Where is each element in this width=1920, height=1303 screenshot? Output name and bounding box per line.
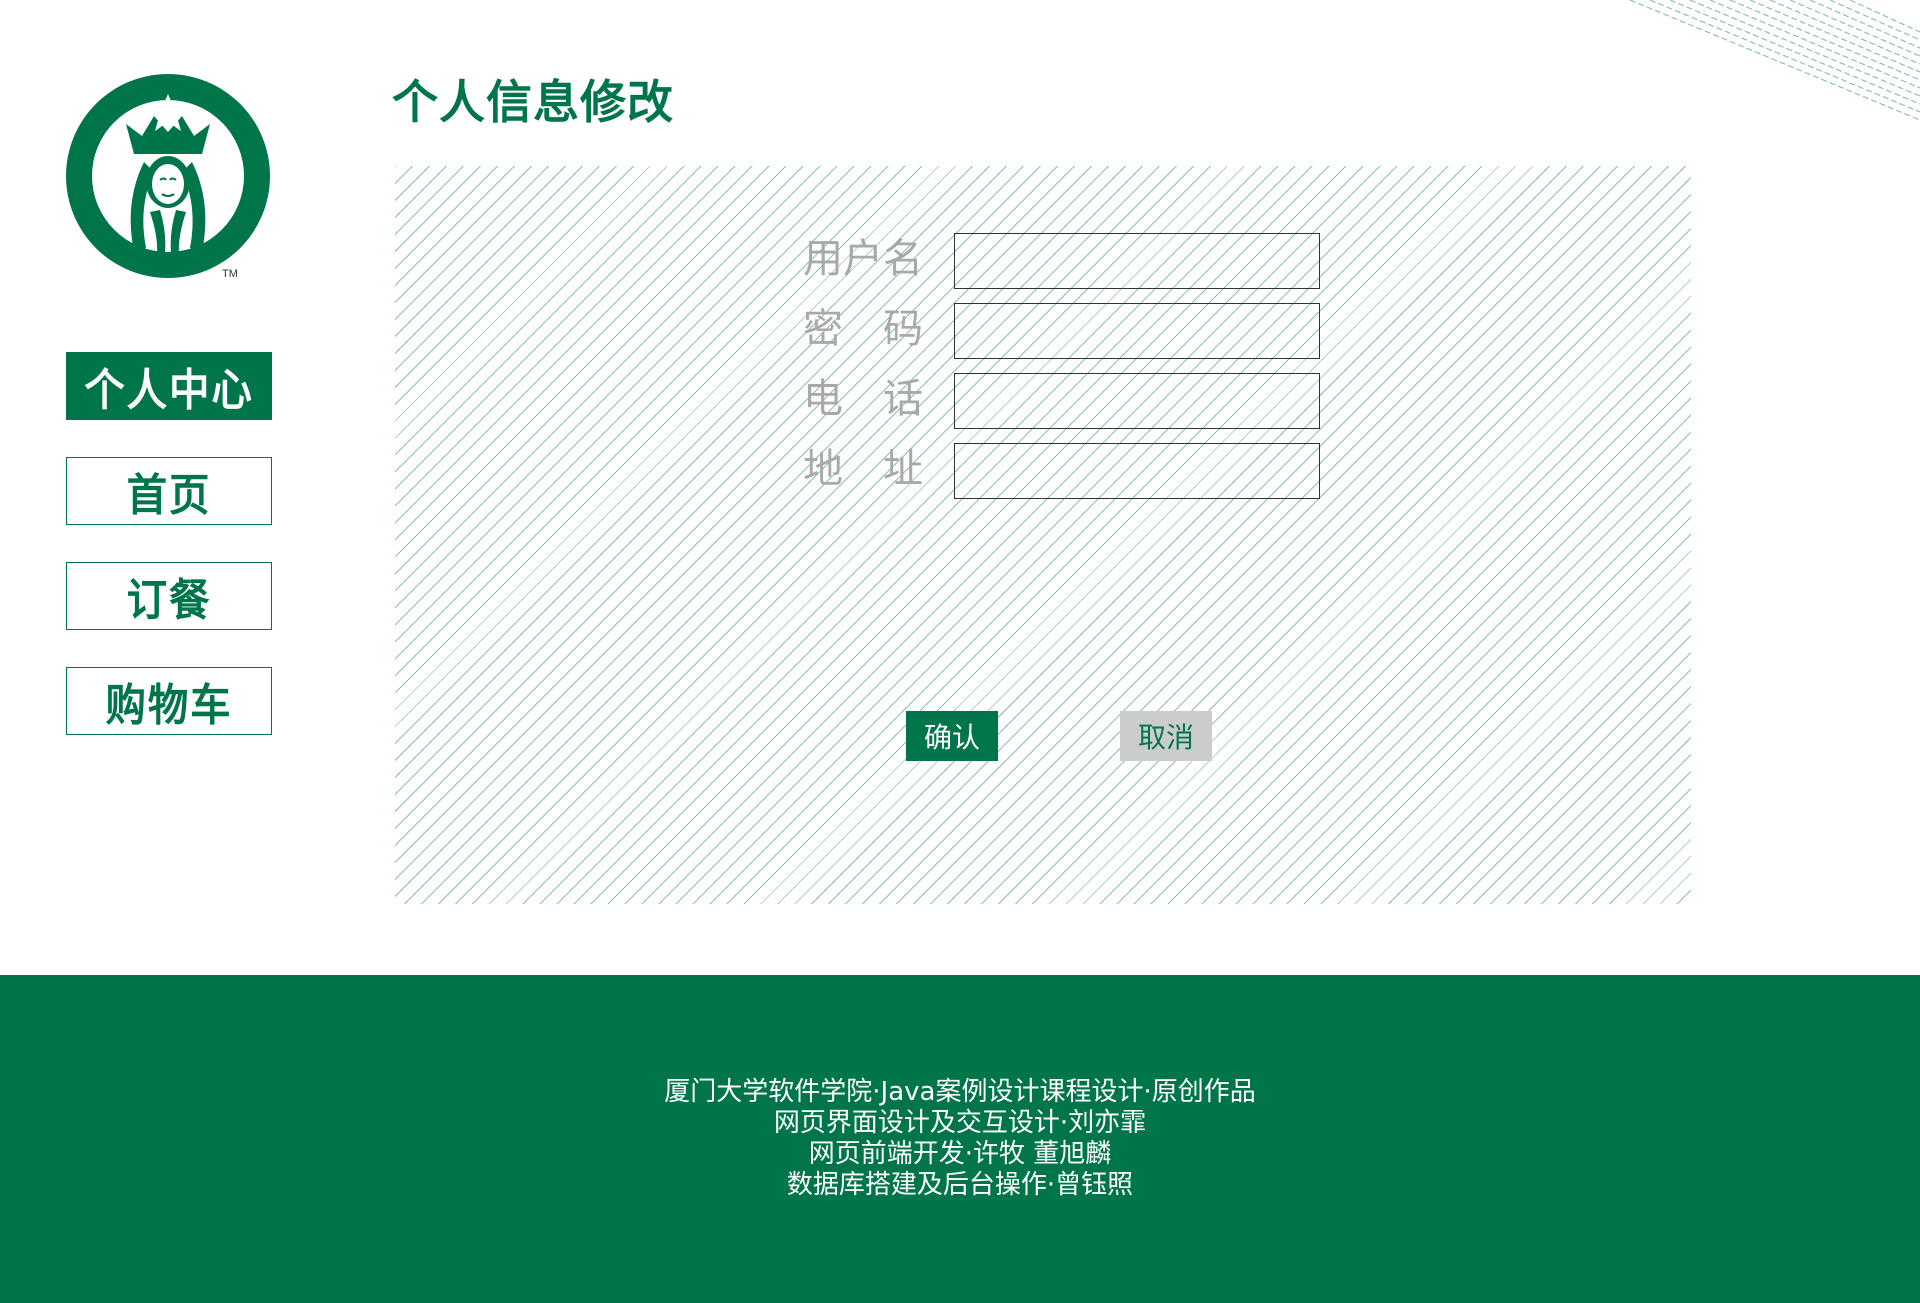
starbucks-siren-logo-icon[interactable]: TM <box>64 72 276 284</box>
corner-stripes-decoration <box>1620 0 1920 140</box>
footer-credits: 厦门大学软件学院·Java案例设计课程设计·原创作品 网页界面设计及交互设计·刘… <box>0 1077 1920 1201</box>
sidebar-item-order[interactable]: 订餐 <box>66 562 272 630</box>
sidebar-item-label: 购物车 <box>105 680 233 731</box>
footer-line: 网页界面设计及交互设计·刘亦霏 <box>773 1108 1147 1138</box>
address-label-char-2: 址 <box>883 446 923 492</box>
password-label: 密码 <box>803 301 923 357</box>
username-label: 用户名 <box>803 236 923 282</box>
profile-form-panel: 用户名 密码 电话 地址 确认 取消 <box>395 166 1691 904</box>
page: TM 个人中心 首页 订餐 购物车 个人信息修改 用户名 密码 电话 地址 确认… <box>0 0 1920 1303</box>
sidebar-item-label: 个人中心 <box>84 365 254 416</box>
password-label-char-2: 码 <box>883 306 923 352</box>
logo-trademark: TM <box>222 268 238 280</box>
address-input[interactable] <box>954 443 1320 499</box>
password-label-char-1: 密 <box>803 306 843 352</box>
phone-label-char-2: 话 <box>883 376 923 422</box>
footer-line: 网页前端开发·许牧 董旭麟 <box>808 1139 1112 1169</box>
footer-line: 厦门大学软件学院·Java案例设计课程设计·原创作品 <box>664 1077 1256 1107</box>
address-label-char-1: 地 <box>803 446 843 492</box>
sidebar-item-label: 订餐 <box>126 575 212 626</box>
footer: 厦门大学软件学院·Java案例设计课程设计·原创作品 网页界面设计及交互设计·刘… <box>0 975 1920 1303</box>
phone-input[interactable] <box>954 373 1320 429</box>
username-input[interactable] <box>954 233 1320 289</box>
password-input[interactable] <box>954 303 1320 359</box>
phone-label-char-1: 电 <box>803 376 843 422</box>
sidebar-item-label: 首页 <box>126 470 212 521</box>
confirm-button[interactable]: 确认 <box>906 711 998 761</box>
sidebar-item-cart[interactable]: 购物车 <box>66 667 272 735</box>
footer-line: 数据库搭建及后台操作·曾钰照 <box>786 1170 1134 1200</box>
sidebar-item-home[interactable]: 首页 <box>66 457 272 525</box>
sidebar-item-profile[interactable]: 个人中心 <box>66 352 272 420</box>
address-label: 地址 <box>803 441 923 497</box>
cancel-button[interactable]: 取消 <box>1120 711 1212 761</box>
page-title: 个人信息修改 <box>392 75 674 129</box>
phone-label: 电话 <box>803 371 923 427</box>
